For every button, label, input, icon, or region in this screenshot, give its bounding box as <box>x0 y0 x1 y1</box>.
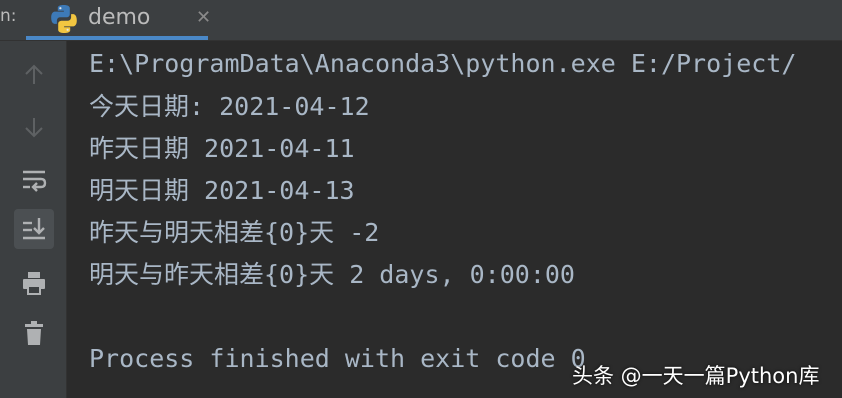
close-icon[interactable]: ✕ <box>196 9 211 27</box>
active-tab-indicator <box>26 36 208 40</box>
console-line-diff-2: 明天与昨天相差{0}天 2 days, 0:00:00 <box>89 260 575 289</box>
tab-demo[interactable]: demo ✕ <box>26 0 211 40</box>
soft-wrap-icon[interactable] <box>14 159 54 199</box>
tab-title: demo <box>88 5 151 30</box>
watermark: 头条 @一天一篇Python库 <box>572 364 820 388</box>
run-panel-label: n: <box>0 6 17 26</box>
console-line-exit: Process finished with exit code 0 <box>89 344 586 373</box>
down-arrow-icon[interactable] <box>14 107 54 147</box>
console-line-yesterday: 昨天日期 2021-04-11 <box>89 134 355 163</box>
console-line-tomorrow: 明天日期 2021-04-13 <box>89 176 355 205</box>
console-line-command: E:\ProgramData\Anaconda3\python.exe E:/P… <box>89 49 797 78</box>
up-arrow-icon[interactable] <box>14 55 54 95</box>
python-icon <box>51 5 77 33</box>
run-toolbar <box>0 41 67 398</box>
print-icon[interactable] <box>14 263 54 303</box>
console-output[interactable]: E:\ProgramData\Anaconda3\python.exe E:/P… <box>67 41 842 398</box>
run-tab-bar: n: demo ✕ <box>0 0 842 41</box>
console-line-today: 今天日期: 2021-04-12 <box>89 92 370 121</box>
scroll-to-end-icon[interactable] <box>14 209 54 249</box>
console-line-diff-1: 昨天与明天相差{0}天 -2 <box>89 218 380 247</box>
trash-icon[interactable] <box>14 313 54 353</box>
